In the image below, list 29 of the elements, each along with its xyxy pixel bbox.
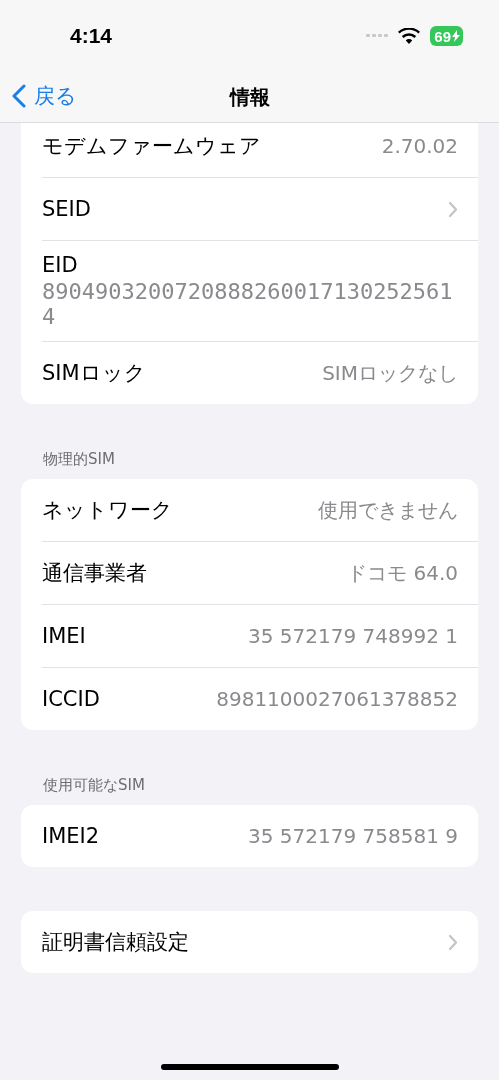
back-chevron-icon [12,84,26,108]
row-value: 使用できません [318,496,458,524]
section-header: 物理的SIM [42,449,116,470]
battery-icon: 69 [430,26,463,46]
chevron-icon [448,200,458,218]
row-value: 89049032007208882600171302525614 [42,279,454,329]
row-label: ネットワーク [42,497,173,524]
settings-row[interactable]: SEID [42,178,478,240]
settings-row[interactable]: 証明書信頼設定 [42,911,478,973]
row-value: 2.70.02 [381,134,458,158]
row-value: 35 572179 748992 1 [248,624,458,648]
row-label: IMEI [42,624,86,648]
row-label: ICCID [42,687,100,711]
row-label: SIMロック [42,360,146,387]
signal-icon [366,34,389,38]
row-label: IMEI2 [42,824,100,848]
back-button[interactable]: 戻る [12,82,77,110]
row-value: SIMロックなし [322,359,458,387]
row-value: 35 572179 758581 9 [248,824,458,848]
row-label: 通信事業者 [42,560,147,587]
wifi-icon [398,28,421,44]
section-header: 使用可能なSIM [42,775,146,796]
row-value: 8981100027061378852 [216,687,458,711]
row-label: EID [42,253,78,277]
page-title: 情報 [229,83,270,111]
chevron-icon [448,933,458,951]
row-value: ドコモ 64.0 [347,559,458,587]
row-label: モデムファームウェア [42,133,261,160]
status-time: 4:14 [70,24,113,48]
